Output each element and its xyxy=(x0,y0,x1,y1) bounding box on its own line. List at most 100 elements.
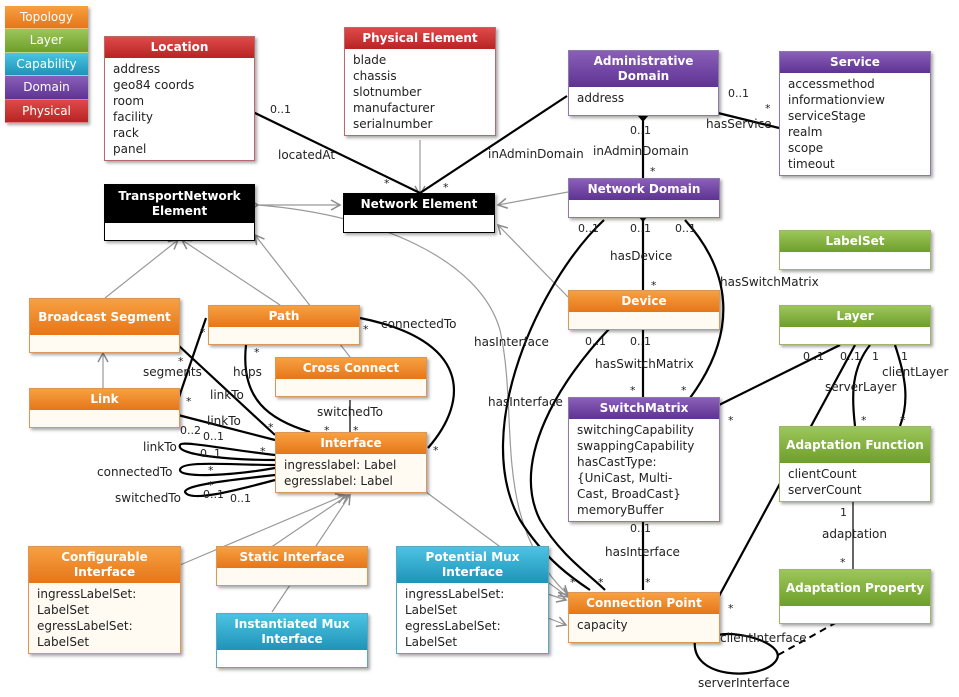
assoc-iface-self2 xyxy=(178,462,276,477)
class-adaptation-function[interactable]: Adaptation Function clientCount serverCo… xyxy=(779,426,931,502)
class-title: Adaptation Property xyxy=(780,570,930,606)
legend-capability: Capability xyxy=(5,52,88,77)
class-adaptation-property[interactable]: Adaptation Property xyxy=(779,569,931,624)
class-title: SwitchMatrix xyxy=(569,398,719,419)
class-title: Adaptation Function xyxy=(780,427,930,463)
gen-path-tne xyxy=(180,239,281,306)
class-title: Broadcast Segment xyxy=(30,299,179,335)
multiplicity: * xyxy=(681,384,687,397)
multiplicity: * xyxy=(260,445,266,458)
role-label: clientInterface xyxy=(720,631,807,645)
class-physical-element[interactable]: Physical Element blade chassis slotnumbe… xyxy=(344,27,496,136)
multiplicity: 0..1 xyxy=(585,335,606,348)
role-label: segments xyxy=(143,365,202,379)
class-transport-network-element[interactable]: TransportNetwork Element xyxy=(104,184,255,241)
class-attributes xyxy=(780,327,930,344)
role-label: linkTo xyxy=(207,414,241,428)
legend-topology: Topology xyxy=(5,6,88,30)
class-attributes: ingresslabel: Label egresslabel: Label xyxy=(276,454,426,492)
role-label: hasSwitchMatrix xyxy=(720,275,819,289)
multiplicity: * xyxy=(861,414,867,427)
class-configurable-interface[interactable]: Configurable Interface ingressLabelSet: … xyxy=(28,546,181,654)
class-title: Location xyxy=(105,37,254,58)
class-title: TransportNetwork Element xyxy=(105,185,254,223)
class-cross-connect[interactable]: Cross Connect xyxy=(275,357,427,397)
class-potential-mux-interface[interactable]: Potential Mux Interface ingressLabelSet:… xyxy=(396,546,549,654)
class-interface[interactable]: Interface ingresslabel: Label egresslabe… xyxy=(275,432,427,493)
class-title: Link xyxy=(30,389,179,410)
class-title: Configurable Interface xyxy=(29,547,180,583)
class-title: Network Domain xyxy=(569,179,719,200)
class-title: Service xyxy=(780,52,930,73)
class-network-element[interactable]: Network Element xyxy=(343,193,495,233)
multiplicity: * xyxy=(443,181,449,194)
role-label: linkTo xyxy=(210,388,244,402)
class-labelset[interactable]: LabelSet xyxy=(779,230,931,270)
multiplicity: * xyxy=(208,464,214,477)
role-label: connectedTo xyxy=(97,465,173,479)
class-title: Connection Point xyxy=(569,593,719,614)
multiplicity: * xyxy=(178,355,184,368)
class-title: Physical Element xyxy=(345,28,495,49)
class-attributes: address geo84 coords room facility rack … xyxy=(113,62,195,156)
class-network-domain[interactable]: Network Domain xyxy=(568,178,720,218)
role-label: hasInterface xyxy=(605,545,680,559)
class-title: Instantiated Mux Interface xyxy=(217,614,367,650)
role-label: inAdminDomain xyxy=(488,147,584,161)
class-attributes xyxy=(344,215,494,232)
gen-bs-tne xyxy=(104,239,180,299)
multiplicity: * xyxy=(254,346,260,359)
multiplicity: * xyxy=(268,421,274,434)
multiplicity: * xyxy=(598,576,604,589)
class-attributes xyxy=(105,223,254,240)
class-connection-point[interactable]: Connection Point capacity xyxy=(568,592,720,643)
class-static-interface[interactable]: Static Interface xyxy=(216,546,368,586)
class-attributes xyxy=(569,312,719,329)
class-link[interactable]: Link xyxy=(29,388,180,428)
multiplicity: * xyxy=(840,556,846,569)
class-path[interactable]: Path xyxy=(208,305,360,345)
multiplicity: 1 xyxy=(872,350,879,363)
multiplicity: * xyxy=(200,326,206,339)
class-layer[interactable]: Layer xyxy=(779,305,931,345)
role-label: switchedTo xyxy=(317,405,383,419)
role-label: hasInterface xyxy=(474,335,549,349)
role-label: adaptation xyxy=(822,527,887,541)
class-title: Interface xyxy=(276,433,426,454)
class-attributes xyxy=(780,252,930,269)
class-title: Cross Connect xyxy=(276,358,426,379)
class-instantiated-mux-interface[interactable]: Instantiated Mux Interface xyxy=(216,613,368,668)
multiplicity: 0..1 xyxy=(200,447,221,460)
legend: Topology Layer Capability Domain Physica… xyxy=(5,6,88,123)
multiplicity: * xyxy=(630,384,636,397)
multiplicity: 0..1 xyxy=(270,103,291,116)
multiplicity: 1 xyxy=(901,350,908,363)
multiplicity: 0..1 xyxy=(630,335,651,348)
class-attributes xyxy=(30,410,179,427)
class-administrative-domain[interactable]: Administrative Domain address xyxy=(568,50,719,116)
multiplicity: * xyxy=(363,323,369,336)
multiplicity: * xyxy=(900,414,906,427)
class-device[interactable]: Device xyxy=(568,290,720,330)
multiplicity: * xyxy=(570,576,576,589)
role-label: connectedTo xyxy=(381,317,457,331)
multiplicity: 0..1 xyxy=(230,492,251,505)
gen-pmux-cp2 xyxy=(547,616,568,628)
class-title: Layer xyxy=(780,306,930,327)
class-switch-matrix[interactable]: SwitchMatrix switchingCapability swappin… xyxy=(568,397,720,522)
multiplicity: * xyxy=(324,424,330,437)
class-attributes xyxy=(30,335,179,352)
legend-physical: Physical xyxy=(5,99,88,123)
multiplicity: * xyxy=(765,102,771,115)
multiplicity: * xyxy=(728,602,734,615)
class-attributes: switchingCapability swappingCapability h… xyxy=(577,423,695,517)
multiplicity: * xyxy=(645,576,651,589)
class-broadcast-segment[interactable]: Broadcast Segment xyxy=(29,298,180,353)
class-service[interactable]: Service accessmethod informationview ser… xyxy=(779,51,931,176)
multiplicity: * xyxy=(353,424,359,437)
class-location[interactable]: Location address geo84 coords room facil… xyxy=(104,36,255,161)
legend-layer: Layer xyxy=(5,29,88,53)
role-label: switchedTo xyxy=(115,491,181,505)
multiplicity: * xyxy=(384,177,390,190)
multiplicity: * xyxy=(186,395,192,408)
